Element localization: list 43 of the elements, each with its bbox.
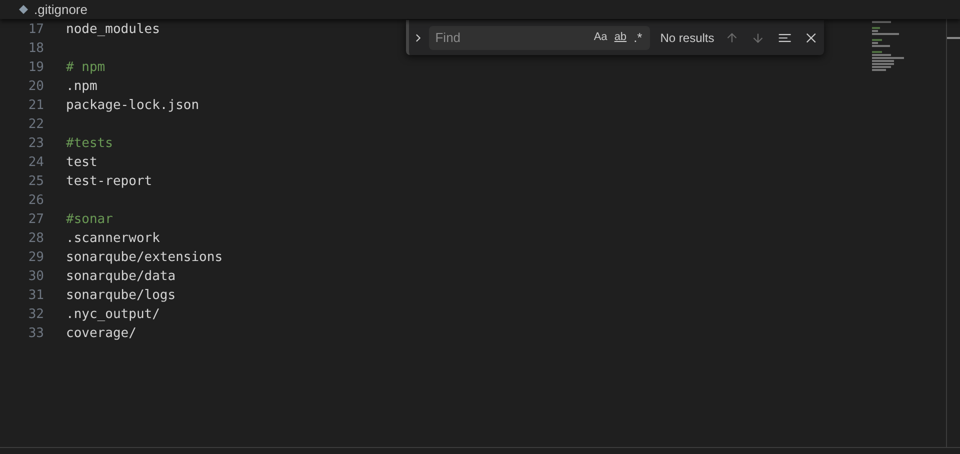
scrollbar[interactable]: [946, 19, 960, 447]
code-line: #sonar: [66, 211, 113, 229]
line-number: 32: [27, 306, 44, 324]
line-number: 20: [27, 78, 44, 96]
line-number: 26: [27, 192, 44, 210]
line-number: 19: [27, 59, 44, 77]
file-icon: [19, 5, 28, 14]
code-line: .nyc_output/: [66, 306, 160, 324]
match-case-button[interactable]: Aa: [592, 29, 610, 46]
close-icon[interactable]: [806, 32, 816, 44]
line-number: 30: [27, 268, 44, 286]
line-number: 33: [27, 325, 44, 343]
code-line: sonarqube/logs: [66, 287, 176, 305]
code-line: node_modules: [66, 21, 160, 39]
line-number: 24: [27, 154, 44, 172]
code-line: sonarqube/extensions: [66, 249, 223, 267]
line-number: 29: [27, 249, 44, 267]
line-number: 25: [27, 173, 44, 191]
regex-button[interactable]: .*: [632, 28, 644, 48]
breadcrumb-item[interactable]: .gitignore: [34, 0, 88, 20]
line-number: 31: [27, 287, 44, 305]
code-line: .npm: [66, 78, 98, 96]
line-number: 21: [27, 97, 44, 115]
code-line: # npm: [66, 59, 106, 77]
line-number: 28: [27, 230, 44, 248]
find-field[interactable]: Find Aa ab .*: [429, 26, 650, 50]
code-line: #tests: [66, 135, 113, 153]
code-line: sonarqube/data: [66, 268, 176, 286]
code-line: package-lock.json: [66, 97, 200, 115]
code-line: test: [66, 154, 98, 172]
line-number: 23: [27, 135, 44, 153]
line-number: 22: [27, 116, 44, 134]
code-line: .scannerwork: [66, 230, 160, 248]
expand-icon[interactable]: [413, 32, 424, 44]
line-number: 27: [27, 211, 44, 229]
code-line: test-report: [66, 173, 152, 191]
line-number: 18: [27, 40, 44, 58]
line-number: 17: [27, 21, 44, 39]
results-status: No results: [660, 30, 714, 46]
code-line: coverage/: [66, 325, 136, 343]
whole-word-button[interactable]: ab: [612, 29, 629, 46]
arrow-up-icon[interactable]: [726, 30, 738, 44]
arrow-down-icon[interactable]: [752, 30, 764, 44]
